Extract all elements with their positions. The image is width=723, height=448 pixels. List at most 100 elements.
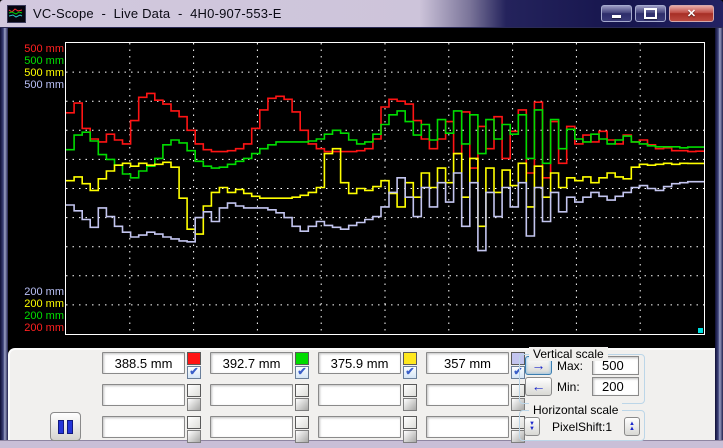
measurement-cell [102, 416, 202, 443]
maximize-icon [644, 8, 657, 19]
measurement-value-field[interactable] [210, 384, 293, 406]
axis-label: 200 mm [18, 286, 64, 298]
arrow-left-icon: ← [532, 378, 546, 394]
measurement-cell [318, 416, 418, 443]
trace-color-swatch [403, 384, 417, 397]
measurement-cell: 392.7 mm✔ [210, 352, 310, 379]
control-panel: 388.5 mm✔392.7 mm✔375.9 mm✔357 mm✔ Verti… [8, 348, 715, 440]
measurement-value-field[interactable] [318, 416, 401, 438]
pixelshift-decrease-button[interactable]: ▼ ▼ [524, 417, 540, 436]
indicator-column [403, 416, 417, 443]
indicator-column [187, 384, 201, 411]
horizontal-scale-group: Horizontal scale ▼ ▼ PixelShift:1 ▲ ▲ [519, 410, 645, 441]
trace-channel-3 [66, 149, 704, 234]
channel-enable-checkbox[interactable] [187, 430, 201, 443]
horizontal-scale-label: Horizontal scale [529, 403, 622, 417]
trace-channel-1 [66, 93, 704, 177]
trace-color-swatch [187, 384, 201, 397]
channel-enable-checkbox[interactable]: ✔ [403, 366, 417, 379]
indicator-column [295, 416, 309, 443]
pause-button[interactable] [50, 412, 81, 441]
trace-color-swatch [295, 352, 309, 365]
measurement-row: 388.5 mm✔392.7 mm✔375.9 mm✔357 mm✔ [102, 352, 526, 379]
plot-area [65, 42, 705, 335]
close-icon: ✕ [687, 7, 696, 20]
measurement-value-field[interactable] [426, 416, 509, 438]
indicator-column: ✔ [403, 352, 417, 379]
vertical-scale-group: Vertical scale → Max: 500 ← Min: 200 [519, 354, 645, 404]
measurement-cell: 357 mm✔ [426, 352, 526, 379]
measurement-cell [102, 384, 202, 411]
close-button[interactable]: ✕ [669, 5, 714, 22]
indicator-column [403, 384, 417, 411]
channel-enable-checkbox[interactable]: ✔ [187, 366, 201, 379]
double-down-arrow-icon: ▼ [529, 427, 535, 432]
channel-enable-checkbox[interactable] [403, 430, 417, 443]
measurement-value-field[interactable]: 375.9 mm [318, 352, 401, 374]
axis-label: 200 mm [18, 298, 64, 310]
channel-enable-checkbox[interactable] [187, 398, 201, 411]
pixelshift-value: PixelShift:1 [546, 420, 618, 434]
axis-label: 500 mm [18, 79, 64, 91]
indicator-column [187, 416, 201, 443]
app-icon [7, 5, 26, 23]
pause-icon [58, 420, 64, 434]
min-label: Min: [557, 380, 587, 394]
channel-enable-checkbox[interactable] [295, 398, 309, 411]
channel-enable-checkbox[interactable] [295, 430, 309, 443]
measurement-value-field[interactable]: 357 mm [426, 352, 509, 374]
measurement-value-field[interactable] [318, 384, 401, 406]
measurement-value-field[interactable]: 388.5 mm [102, 352, 185, 374]
measurement-value-field[interactable] [426, 384, 509, 406]
title-bar: VC-Scope - Live Data - 4H0-907-553-E ✕ [0, 0, 723, 28]
indicator-column: ✔ [295, 352, 309, 379]
y-axis-max-labels: 500 mm500 mm500 mm500 mm [18, 43, 64, 91]
plot-cursor-marker [698, 328, 703, 333]
window-border-left [0, 28, 8, 440]
trace-color-swatch [295, 416, 309, 429]
trace-canvas [66, 43, 704, 334]
maximize-button[interactable] [635, 5, 666, 22]
axis-label: 500 mm [18, 67, 64, 79]
scope-display: 500 mm500 mm500 mm500 mm 200 mm200 mm200… [8, 28, 715, 348]
measurement-row [102, 384, 526, 411]
measurement-value-field[interactable] [102, 384, 185, 406]
minimize-button[interactable] [601, 5, 632, 22]
trace-color-swatch [187, 416, 201, 429]
measurement-grid: 388.5 mm✔392.7 mm✔375.9 mm✔357 mm✔ [102, 352, 526, 448]
y-axis-min-labels: 200 mm200 mm200 mm200 mm [18, 286, 64, 334]
measurement-cell: 375.9 mm✔ [318, 352, 418, 379]
indicator-column [295, 384, 309, 411]
axis-label: 200 mm [18, 310, 64, 322]
channel-enable-checkbox[interactable]: ✔ [295, 366, 309, 379]
window-title: VC-Scope - Live Data - 4H0-907-553-E [33, 6, 282, 21]
measurement-value-field[interactable] [210, 416, 293, 438]
trace-color-swatch [295, 384, 309, 397]
vertical-scale-label: Vertical scale [529, 347, 608, 361]
vc-scope-window: VC-Scope - Live Data - 4H0-907-553-E ✕ 5… [0, 0, 723, 448]
pause-icon [67, 420, 73, 434]
decrease-min-button[interactable]: ← [525, 377, 552, 396]
window-border-right [715, 28, 723, 440]
pixelshift-increase-button[interactable]: ▲ ▲ [624, 417, 640, 436]
measurement-row [102, 416, 526, 443]
measurement-cell [426, 416, 526, 443]
measurement-value-field[interactable] [102, 416, 185, 438]
trace-color-swatch [403, 416, 417, 429]
measurement-cell [426, 384, 526, 411]
channel-enable-checkbox[interactable] [403, 398, 417, 411]
measurement-cell: 388.5 mm✔ [102, 352, 202, 379]
trace-color-swatch [403, 352, 417, 365]
min-input[interactable]: 200 [592, 377, 639, 396]
trace-color-swatch [187, 352, 201, 365]
axis-label: 200 mm [18, 322, 64, 334]
measurement-value-field[interactable]: 392.7 mm [210, 352, 293, 374]
axis-label: 500 mm [18, 55, 64, 67]
measurement-cell [210, 384, 310, 411]
minimize-icon [612, 15, 621, 18]
indicator-column: ✔ [187, 352, 201, 379]
measurement-cell [318, 384, 418, 411]
measurement-cell [210, 416, 310, 443]
double-up-arrow-icon: ▲ [629, 427, 635, 432]
axis-label: 500 mm [18, 43, 64, 55]
